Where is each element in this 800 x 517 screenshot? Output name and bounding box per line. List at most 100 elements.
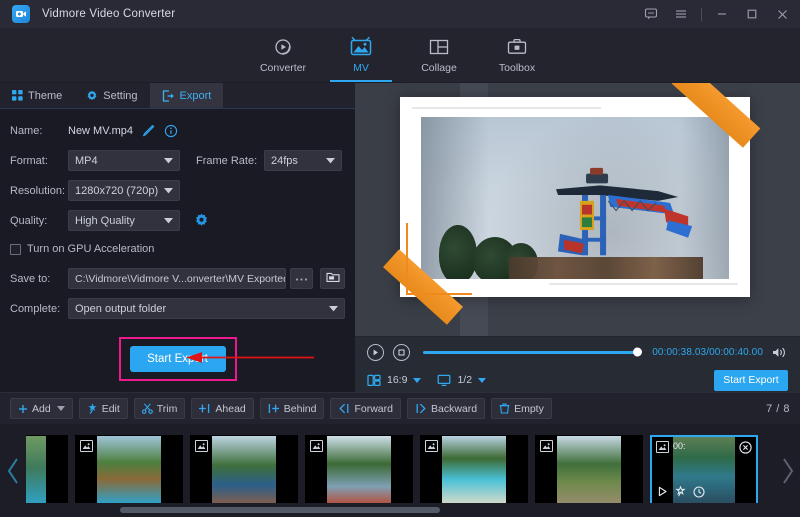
resolution-row: Resolution: 1280x720 (720p) bbox=[10, 178, 345, 203]
save-to-input[interactable]: C:\Vidmore\Vidmore V...onverter\MV Expor… bbox=[68, 268, 286, 289]
play-icon[interactable] bbox=[367, 344, 384, 361]
list-item[interactable] bbox=[190, 435, 298, 507]
aspect-ratio-icon[interactable] bbox=[367, 374, 381, 387]
filmstrip-prev-button[interactable] bbox=[0, 457, 26, 485]
complete-select[interactable]: Open output folder bbox=[68, 298, 345, 319]
list-item[interactable] bbox=[26, 435, 68, 507]
backward-button[interactable]: Backward bbox=[407, 398, 485, 419]
open-folder-button[interactable] bbox=[320, 268, 345, 289]
empty-button[interactable]: Empty bbox=[491, 398, 552, 419]
grid-icon bbox=[12, 90, 23, 101]
trim-button-label: Trim bbox=[157, 403, 178, 415]
list-item[interactable] bbox=[75, 435, 183, 507]
gpu-acceleration-checkbox[interactable] bbox=[10, 244, 21, 255]
chevron-down-icon[interactable] bbox=[478, 378, 486, 383]
frame-rate-select[interactable]: 24fps bbox=[264, 150, 342, 171]
minimize-icon[interactable] bbox=[708, 2, 736, 26]
close-icon[interactable] bbox=[768, 2, 796, 26]
theme-accent-line-horizontal bbox=[406, 293, 472, 295]
move-backward-icon bbox=[415, 403, 427, 414]
save-to-value: C:\Vidmore\Vidmore V...onverter\MV Expor… bbox=[75, 273, 286, 285]
resolution-select[interactable]: 1280x720 (720p) bbox=[68, 180, 180, 201]
ellipsis-icon bbox=[295, 273, 308, 285]
preview-image bbox=[421, 117, 729, 279]
nav-tab-converter[interactable]: Converter bbox=[244, 29, 322, 82]
trash-icon bbox=[499, 403, 510, 414]
browse-button[interactable] bbox=[290, 268, 313, 289]
gpu-acceleration-row[interactable]: Turn on GPU Acceleration bbox=[10, 238, 345, 260]
play-icon[interactable] bbox=[657, 486, 668, 500]
tab-setting[interactable]: Setting bbox=[74, 83, 149, 108]
ahead-button-label: Ahead bbox=[215, 403, 245, 415]
feedback-icon[interactable] bbox=[637, 2, 665, 26]
clip-tools bbox=[657, 486, 705, 501]
forward-button[interactable]: Forward bbox=[330, 398, 401, 419]
filmstrip: 00: bbox=[0, 424, 800, 517]
app-window: Vidmore Video Converter bbox=[0, 0, 800, 517]
list-item[interactable]: 00: bbox=[650, 435, 758, 507]
insert-behind-icon bbox=[268, 403, 280, 414]
menu-icon[interactable] bbox=[667, 2, 695, 26]
quality-row: Quality: High Quality bbox=[10, 208, 345, 233]
close-circle-icon[interactable] bbox=[739, 441, 752, 457]
quality-value: High Quality bbox=[75, 215, 135, 227]
theme-white-frame bbox=[400, 97, 750, 297]
info-icon[interactable] bbox=[163, 123, 179, 139]
quality-select[interactable]: High Quality bbox=[68, 210, 180, 231]
clip-duration: 00: bbox=[673, 441, 686, 451]
complete-value: Open output folder bbox=[75, 303, 166, 315]
edit-button[interactable]: Edit bbox=[79, 398, 128, 419]
maximize-icon[interactable] bbox=[738, 2, 766, 26]
image-icon bbox=[425, 440, 438, 452]
callout-arrow-icon bbox=[186, 351, 316, 368]
quality-label: Quality: bbox=[10, 215, 68, 227]
list-item[interactable] bbox=[305, 435, 413, 507]
seek-slider[interactable] bbox=[423, 351, 639, 354]
list-item[interactable] bbox=[420, 435, 528, 507]
start-export-area: Start Export bbox=[0, 326, 355, 392]
pencil-icon[interactable] bbox=[140, 123, 156, 139]
chevron-down-icon bbox=[164, 155, 173, 167]
chevron-down-icon[interactable] bbox=[413, 378, 421, 383]
screen-icon[interactable] bbox=[437, 374, 451, 387]
ahead-button[interactable]: Ahead bbox=[191, 398, 253, 419]
filmstrip-scrollbar[interactable] bbox=[0, 503, 800, 517]
tab-theme[interactable]: Theme bbox=[0, 83, 74, 108]
gear-icon bbox=[86, 90, 98, 102]
tab-export[interactable]: Export bbox=[150, 83, 224, 108]
scrollbar-thumb[interactable] bbox=[120, 507, 440, 513]
nav-tab-mv[interactable]: MV bbox=[322, 29, 400, 82]
seek-handle[interactable] bbox=[633, 348, 642, 357]
video-preview[interactable] bbox=[355, 83, 800, 336]
forward-button-label: Forward bbox=[354, 403, 393, 415]
image-icon bbox=[656, 441, 669, 453]
clip-counter: 7 / 8 bbox=[766, 403, 790, 415]
volume-icon[interactable] bbox=[772, 346, 788, 359]
filmstrip-next-button[interactable] bbox=[774, 457, 800, 485]
nav-tab-toolbox[interactable]: Toolbox bbox=[478, 29, 556, 82]
behind-button[interactable]: Behind bbox=[260, 398, 325, 419]
backward-button-label: Backward bbox=[431, 403, 477, 415]
add-button[interactable]: Add bbox=[10, 398, 73, 419]
format-value: MP4 bbox=[75, 155, 98, 167]
start-export-button-secondary[interactable]: Start Export bbox=[714, 370, 788, 391]
list-item[interactable] bbox=[535, 435, 643, 507]
main-content: Theme Setting bbox=[0, 83, 800, 392]
move-forward-icon bbox=[338, 403, 350, 414]
export-settings-form: Name: New MV.mp4 bbox=[0, 109, 355, 326]
tab-theme-label: Theme bbox=[28, 90, 62, 102]
plus-icon bbox=[18, 404, 28, 414]
effect-icon[interactable] bbox=[675, 486, 686, 500]
stop-icon[interactable] bbox=[393, 344, 410, 361]
insert-ahead-icon bbox=[199, 403, 211, 414]
gear-icon[interactable] bbox=[194, 213, 209, 228]
gpu-acceleration-label: Turn on GPU Acceleration bbox=[27, 243, 154, 255]
clock-icon[interactable] bbox=[693, 486, 705, 501]
format-select[interactable]: MP4 bbox=[68, 150, 180, 171]
nav-tab-collage[interactable]: Collage bbox=[400, 29, 478, 82]
export-icon bbox=[162, 90, 175, 102]
name-label: Name: bbox=[10, 125, 68, 137]
trim-button[interactable]: Trim bbox=[134, 398, 186, 419]
complete-label: Complete: bbox=[10, 303, 68, 315]
toolbox-icon bbox=[506, 34, 528, 60]
